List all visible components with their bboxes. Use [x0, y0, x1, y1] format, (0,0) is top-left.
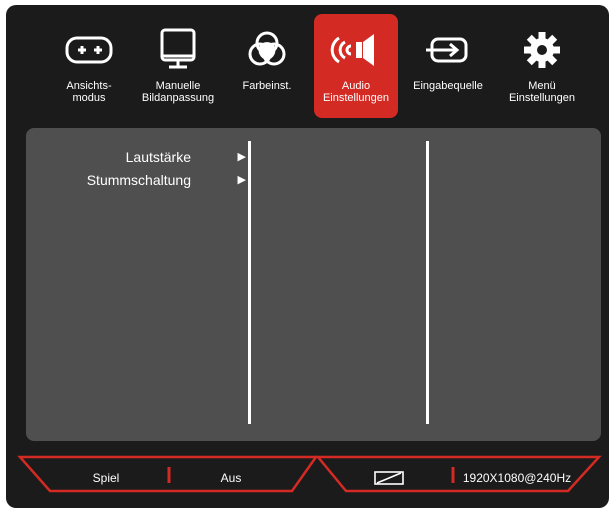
status-state: Aus	[220, 471, 242, 485]
status-resolution: 1920X1080@240Hz	[462, 471, 572, 485]
tab-farbeinst[interactable]: Farbeinst.	[228, 14, 306, 118]
arrow-right-icon: ▶	[237, 151, 246, 163]
color-circles-icon	[241, 26, 293, 74]
tab-menue-einstellungen[interactable]: Menü Einstellungen	[492, 14, 592, 118]
tab-label: Manuelle Bildanpassung	[141, 80, 215, 104]
tab-label: Eingabequelle	[413, 80, 483, 92]
column-divider	[426, 141, 429, 424]
tab-label: Ansichts- modus	[66, 80, 112, 104]
speaker-icon	[330, 26, 382, 74]
gamepad-icon	[63, 26, 115, 74]
content-panel: Lautstärke ▶ Stummschaltung ▶	[26, 128, 601, 441]
tab-ansichtsmodus[interactable]: Ansichts- modus	[50, 14, 128, 118]
aspect-ratio-icon	[374, 469, 408, 487]
status-mode: Spiel	[92, 471, 120, 485]
menu-item-label: Lautstärke	[125, 149, 191, 165]
osd-menu: Ansichts- modus Manuelle Bildanpassung F…	[6, 5, 609, 508]
status-bar: Spiel Aus 1920X1080@240Hz	[6, 455, 609, 501]
tab-eingabequelle[interactable]: Eingabequelle	[404, 14, 492, 118]
monitor-icon	[152, 26, 204, 74]
column-divider	[248, 141, 251, 424]
tab-label: Farbeinst.	[242, 80, 292, 92]
gear-icon	[516, 26, 568, 74]
arrow-right-icon: ▶	[237, 174, 246, 186]
menu-item-stummschaltung[interactable]: Stummschaltung ▶	[46, 170, 246, 190]
tab-label: Menü Einstellungen	[508, 80, 576, 104]
menu-item-label: Stummschaltung	[86, 172, 191, 188]
input-source-icon	[422, 26, 474, 74]
tab-label: Audio Einstellungen	[322, 80, 390, 104]
tab-manuelle-bildanpassung[interactable]: Manuelle Bildanpassung	[136, 14, 220, 118]
menu-item-lautstaerke[interactable]: Lautstärke ▶	[46, 147, 246, 167]
tab-audio-einstellungen[interactable]: Audio Einstellungen	[314, 14, 398, 118]
